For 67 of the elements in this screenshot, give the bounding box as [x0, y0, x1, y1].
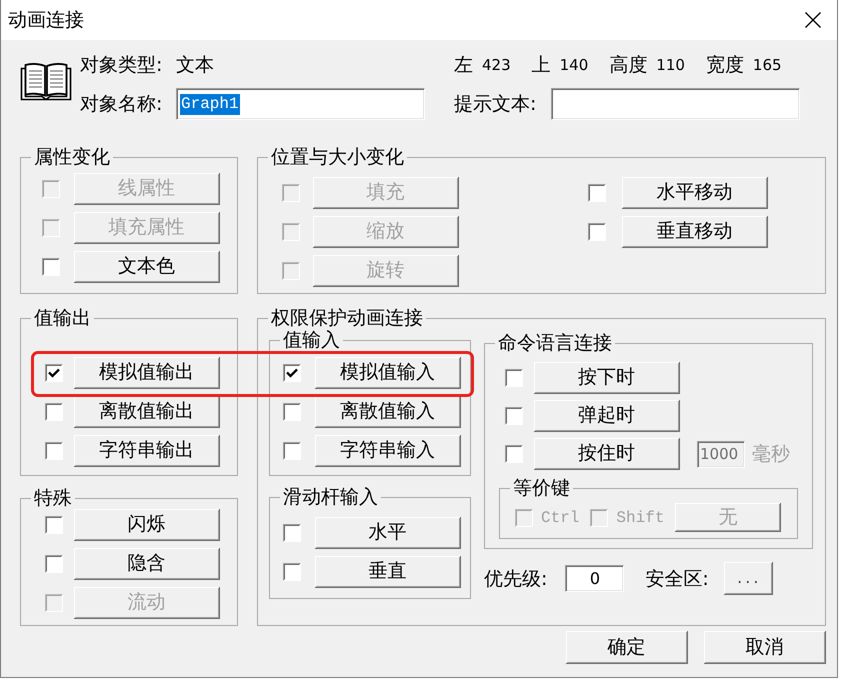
checkbox[interactable] [505, 445, 523, 463]
geometry-value: 423 [482, 56, 511, 74]
checkbox-label: Ctrl [541, 508, 580, 526]
group-title: 滑动杆输入 [282, 486, 379, 508]
geometry-value: 110 [656, 56, 685, 74]
book-icon [20, 62, 72, 101]
security-zone-label: 安全区: [645, 566, 709, 592]
priority-field[interactable]: 0 [565, 565, 624, 592]
name-label: 对象名称: [80, 92, 164, 117]
group-title: 值输出 [33, 307, 92, 329]
geometry-value: 165 [752, 56, 782, 74]
window-title: 动画连接 [8, 8, 84, 33]
hint-label: 提示文本: [454, 92, 538, 117]
group-title: 特殊 [33, 487, 73, 509]
group-title: 值输入 [282, 329, 341, 351]
checkbox[interactable] [45, 403, 63, 421]
checkbox[interactable] [42, 258, 60, 276]
checkbox[interactable] [588, 184, 606, 202]
checkbox[interactable] [505, 369, 523, 387]
checkbox[interactable] [283, 442, 301, 460]
option-button[interactable]: 垂直移动 [622, 216, 768, 248]
option-button[interactable]: 模拟值输出 [74, 357, 220, 389]
group-title: 属性变化 [33, 146, 111, 168]
option-button[interactable]: 垂直 [315, 556, 461, 588]
checkbox[interactable] [283, 563, 301, 581]
option-button[interactable]: 离散值输入 [315, 396, 461, 428]
option-button[interactable]: 模拟值输入 [315, 357, 461, 389]
group-title: 命令语言连接 [497, 332, 613, 354]
priority-label: 优先级: [484, 566, 548, 592]
checkbox[interactable] [45, 555, 63, 573]
geometry-value: 140 [560, 56, 588, 74]
option-button[interactable]: 字符串输出 [74, 435, 220, 467]
geometry-label: 宽度 [706, 53, 744, 78]
checkbox[interactable] [283, 524, 301, 542]
browse-button[interactable]: ... [724, 562, 773, 595]
checkbox[interactable] [505, 407, 523, 425]
unit-label: 毫秒 [752, 442, 790, 467]
checkbox[interactable] [45, 516, 63, 534]
checkbox[interactable] [283, 403, 301, 421]
option-button[interactable]: 水平移动 [622, 177, 768, 209]
option-button[interactable]: 字符串输入 [315, 435, 461, 467]
option-button[interactable]: 离散值输出 [74, 396, 220, 428]
option-button[interactable]: 闪烁 [74, 509, 220, 541]
checkbox[interactable] [588, 223, 606, 241]
checkbox[interactable] [283, 364, 301, 382]
close-icon[interactable] [805, 12, 821, 28]
geometry-label: 上 [532, 53, 551, 78]
option-button[interactable]: 水平 [315, 517, 461, 549]
ok-button[interactable]: 确定 [566, 631, 688, 664]
name-field[interactable]: Graph1 [176, 88, 425, 120]
group-title: 等价键 [512, 477, 571, 499]
option-button[interactable]: 隐含 [74, 548, 220, 580]
checkbox[interactable] [45, 364, 63, 382]
group-title: 位置与大小变化 [270, 146, 405, 168]
option-button[interactable]: 按住时 [534, 438, 680, 470]
option-button[interactable]: 按下时 [534, 362, 680, 394]
type-label: 对象类型: [80, 53, 164, 78]
hint-field[interactable] [551, 88, 800, 120]
option-button[interactable]: 弹起时 [534, 400, 680, 432]
checkbox[interactable] [45, 442, 63, 460]
option-button[interactable]: 文本色 [74, 251, 220, 283]
checkbox-label: Shift [616, 508, 664, 526]
geometry-label: 左 [454, 53, 473, 78]
group-title: 权限保护动画连接 [270, 307, 424, 329]
cancel-button[interactable]: 取消 [704, 631, 826, 664]
type-value: 文本 [176, 53, 215, 78]
geometry-label: 高度 [609, 53, 648, 78]
